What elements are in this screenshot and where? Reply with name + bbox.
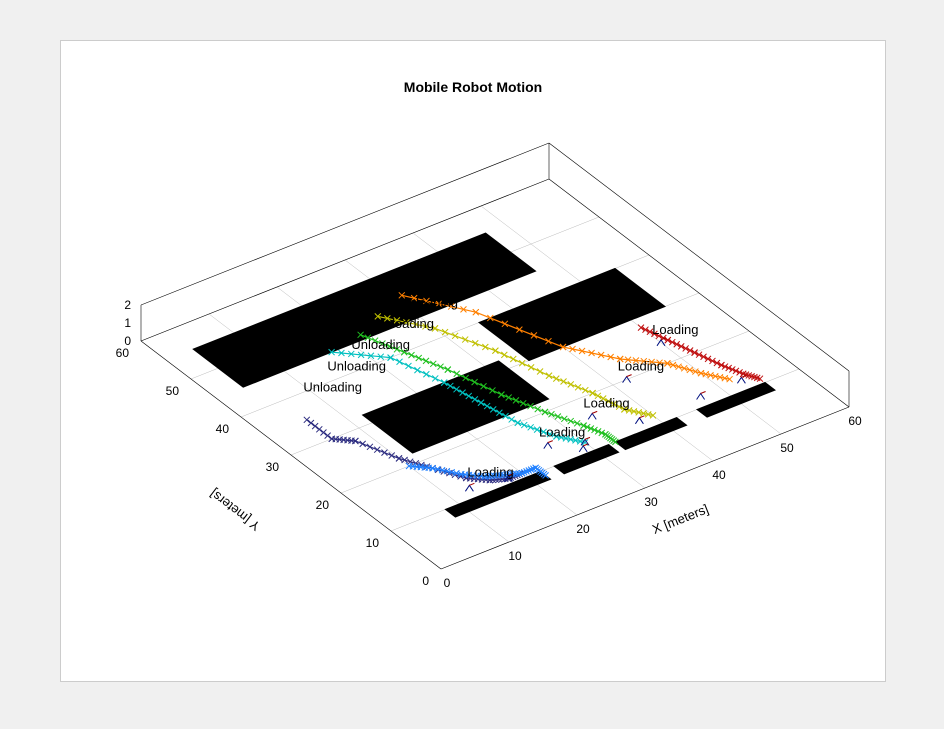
svg-text:50: 50 bbox=[780, 441, 794, 455]
svg-text:0: 0 bbox=[444, 576, 451, 590]
unloading-label: Unloading bbox=[351, 337, 410, 352]
svg-text:30: 30 bbox=[266, 460, 280, 474]
x-axis-label: X [meters] bbox=[650, 501, 711, 537]
svg-text:10: 10 bbox=[508, 549, 522, 563]
svg-text:10: 10 bbox=[366, 536, 380, 550]
svg-text:0: 0 bbox=[124, 334, 131, 348]
unloading-label: Unloading bbox=[423, 274, 482, 289]
loading-label: Loading bbox=[583, 396, 629, 411]
svg-text:50: 50 bbox=[166, 384, 180, 398]
loading-label: Loading bbox=[467, 465, 513, 480]
unloading-label: Unloading bbox=[303, 379, 362, 394]
loading-label: Loading bbox=[652, 322, 698, 337]
loading-label: Loading bbox=[539, 425, 585, 440]
axes-3d[interactable]: 01020304050600102030405060012X [meters]Y… bbox=[61, 41, 885, 681]
svg-text:20: 20 bbox=[576, 522, 590, 536]
svg-text:20: 20 bbox=[316, 498, 330, 512]
unloading-label: Unloading bbox=[447, 253, 506, 268]
y-axis-label: Y [meters] bbox=[207, 486, 263, 534]
loading-label: Loading bbox=[618, 359, 664, 374]
svg-text:40: 40 bbox=[216, 422, 230, 436]
svg-text:60: 60 bbox=[848, 414, 862, 428]
svg-text:60: 60 bbox=[116, 346, 130, 360]
unloading-label: Unloading bbox=[375, 316, 434, 331]
svg-text:30: 30 bbox=[644, 495, 658, 509]
svg-text:2: 2 bbox=[124, 298, 131, 312]
unloading-label: Unloading bbox=[399, 295, 458, 310]
svg-text:40: 40 bbox=[712, 468, 726, 482]
unloading-label: Unloading bbox=[327, 358, 386, 373]
svg-text:0: 0 bbox=[422, 574, 429, 588]
svg-text:1: 1 bbox=[124, 316, 131, 330]
figure-window: Mobile Robot Motion 01020304050600102030… bbox=[60, 40, 886, 682]
